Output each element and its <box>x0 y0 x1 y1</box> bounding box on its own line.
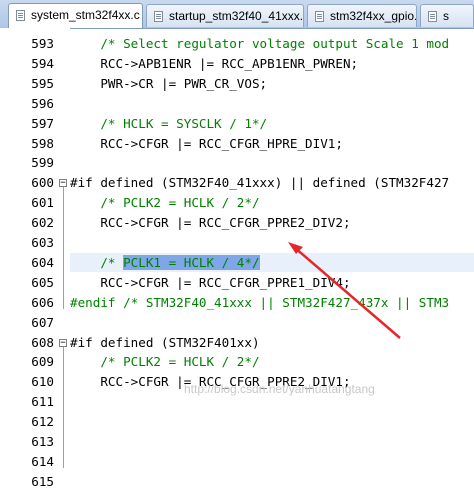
line-number: 615 <box>31 473 54 489</box>
line-number: 612 <box>31 414 54 430</box>
line-number: 614 <box>31 453 54 469</box>
line-number: 613 <box>31 434 54 449</box>
watermark: http://blog.csdn.net/yanhuatangtang <box>184 382 375 396</box>
arrow-shaft <box>293 246 401 339</box>
red-arrow-annotation <box>288 242 401 339</box>
